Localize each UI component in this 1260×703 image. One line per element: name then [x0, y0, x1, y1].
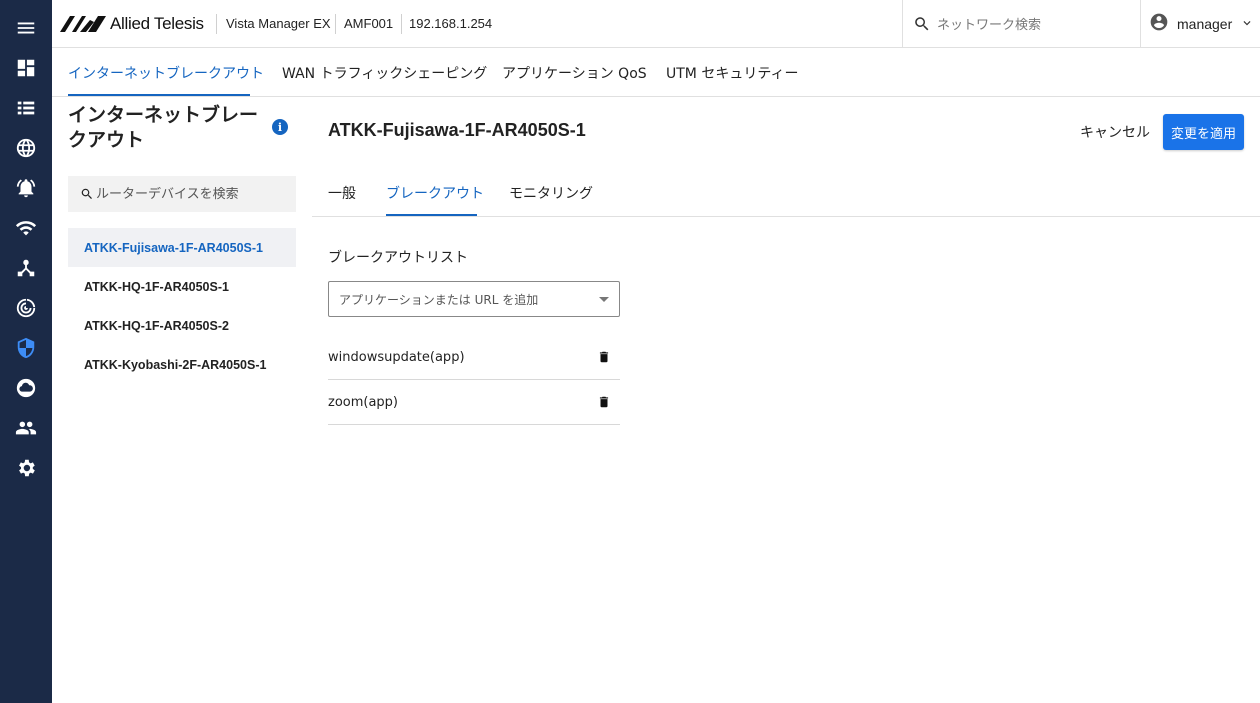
feature-tabs: インターネットブレークアウト WAN トラフィックシェーピング アプリケーション…	[52, 48, 1260, 97]
breakout-list-item: zoom(app)	[328, 380, 620, 425]
shield-icon[interactable]	[14, 336, 38, 360]
tab-internet-breakout[interactable]: インターネットブレークアウト	[68, 63, 264, 83]
product-name: Vista Manager EX	[226, 16, 331, 31]
active-subtab-indicator	[386, 214, 477, 216]
cloud-icon[interactable]	[14, 376, 38, 400]
menu-icon[interactable]	[14, 16, 38, 40]
tab-monitoring[interactable]: モニタリング	[509, 183, 593, 203]
device-list-item[interactable]: ATKK-HQ-1F-AR4050S-1	[68, 267, 296, 306]
user-menu[interactable]: manager	[1140, 0, 1260, 48]
info-icon[interactable]: i	[272, 119, 288, 135]
header-divider	[335, 14, 336, 34]
device-list-item[interactable]: ATKK-Kyobashi-2F-AR4050S-1	[68, 345, 296, 384]
radar-icon[interactable]	[14, 296, 38, 320]
globe-icon[interactable]	[14, 136, 38, 160]
search-icon	[915, 17, 929, 31]
device-search	[68, 176, 296, 212]
tab-wan-traffic-shaping[interactable]: WAN トラフィックシェーピング	[282, 63, 487, 83]
users-icon[interactable]	[14, 416, 38, 440]
device-list: ATKK-Fujisawa-1F-AR4050S-1 ATKK-HQ-1F-AR…	[68, 228, 296, 384]
dashboard-icon[interactable]	[14, 56, 38, 80]
cancel-button[interactable]: キャンセル	[1074, 118, 1156, 146]
breakout-list-item: windowsupdate(app)	[328, 335, 620, 380]
top-header: Allied Telesis Vista Manager EX AMF001 1…	[52, 0, 1260, 48]
brand-name: Allied Telesis	[110, 14, 204, 33]
network-search-input[interactable]	[937, 16, 1117, 32]
page-title: インターネットブレークアウト	[68, 104, 259, 151]
device-search-input[interactable]	[96, 186, 296, 202]
account-circle-icon	[1141, 12, 1169, 36]
search-icon	[81, 188, 92, 199]
add-app-url-placeholder: アプリケーションまたは URL を追加	[339, 292, 539, 307]
alarm-icon[interactable]	[14, 176, 38, 200]
tab-application-qos[interactable]: アプリケーション QoS	[502, 63, 647, 83]
breakout-list: windowsupdate(app) zoom(app)	[328, 335, 620, 425]
dropdown-caret-icon	[599, 296, 609, 302]
delete-icon[interactable]	[592, 345, 616, 369]
breakout-item-name: windowsupdate(app)	[328, 349, 465, 365]
username: manager	[1177, 16, 1233, 32]
chevron-down-icon	[1232, 15, 1254, 34]
tab-utm-security[interactable]: UTM セキュリティー	[666, 63, 799, 83]
wifi-icon[interactable]	[14, 216, 38, 240]
area-name[interactable]: AMF001	[344, 16, 393, 31]
breakout-list-label: ブレークアウトリスト	[328, 250, 468, 266]
tab-breakout[interactable]: ブレークアウト	[386, 183, 484, 203]
add-app-url-select[interactable]: アプリケーションまたは URL を追加	[328, 281, 620, 317]
breakout-item-name: zoom(app)	[328, 394, 399, 410]
gear-icon[interactable]	[14, 456, 38, 480]
device-list-item[interactable]: ATKK-Fujisawa-1F-AR4050S-1	[68, 228, 296, 267]
device-sub-tabs: 一般 ブレークアウト モニタリング	[312, 170, 1260, 217]
brand-logo[interactable]: Allied Telesis	[60, 14, 204, 34]
allied-telesis-logo-icon	[60, 16, 106, 32]
apply-changes-button[interactable]: 変更を適用	[1163, 114, 1244, 150]
topology-icon[interactable]	[14, 256, 38, 280]
device-ip: 192.168.1.254	[409, 16, 493, 31]
device-list-item[interactable]: ATKK-HQ-1F-AR4050S-2	[68, 306, 296, 345]
header-divider	[401, 14, 402, 34]
device-title: ATKK-Fujisawa-1F-AR4050S-1	[328, 120, 586, 140]
header-divider	[216, 14, 217, 34]
list-icon[interactable]	[14, 96, 38, 120]
active-tab-indicator	[68, 94, 250, 96]
side-rail	[0, 0, 52, 703]
delete-icon[interactable]	[592, 390, 616, 414]
tab-general[interactable]: 一般	[328, 183, 356, 203]
network-search	[902, 0, 1140, 48]
